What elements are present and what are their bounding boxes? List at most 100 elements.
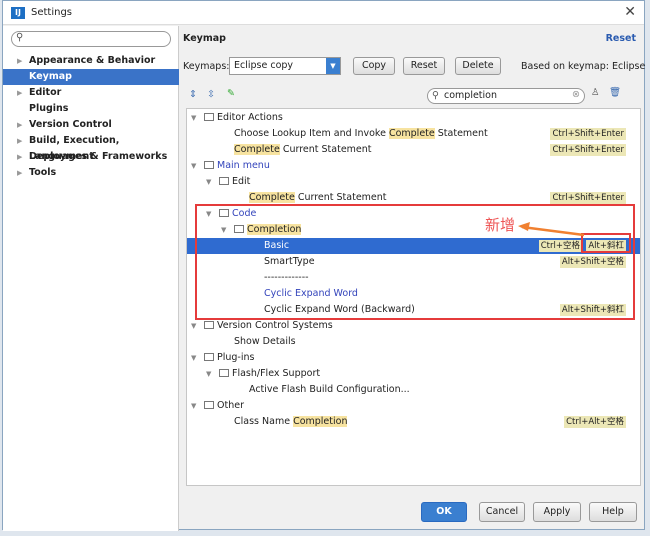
folder-icon (204, 161, 214, 169)
row-label: Version Control Systems (217, 320, 333, 331)
find-by-shortcut-icon[interactable]: ♙ (591, 87, 600, 98)
chevron-down-icon[interactable]: ▼ (326, 58, 340, 74)
annotation-arrow-icon (518, 222, 585, 237)
title-bar: IJ Settings ✕ (3, 1, 644, 25)
trash-icon[interactable]: 🗑 (609, 87, 621, 98)
edit-pencil-icon[interactable]: ✎ (227, 88, 235, 99)
sidebar-item-label: Tools (29, 167, 57, 178)
collapse-all-icon[interactable]: ⇳ (207, 89, 215, 100)
row-label: Complete (234, 144, 280, 155)
keymap-select-value: Eclipse copy (234, 60, 294, 71)
chevron-right-icon[interactable]: ▶ (17, 133, 22, 149)
sidebar-item-label: Appearance & Behavior (29, 55, 156, 66)
chevron-right-icon[interactable]: ▶ (17, 117, 22, 133)
sidebar-item[interactable]: Keymap (3, 69, 179, 85)
chevron-right-icon[interactable]: ▶ (17, 85, 22, 101)
help-button[interactable]: Help (589, 502, 637, 522)
row-label: Flash/Flex Support (232, 368, 321, 379)
folder-icon (204, 113, 214, 121)
sidebar-item[interactable]: ▶ Version Control (3, 117, 179, 133)
tree-row[interactable]: Active Flash Build Configuration... (187, 382, 640, 398)
row-label: Show Details (234, 336, 296, 347)
tree-row[interactable]: ▼ Flash/Flex Support (187, 366, 640, 382)
window-title: Settings (31, 7, 73, 18)
keymap-search-input[interactable]: ⚲ completion ⊗ (427, 88, 585, 104)
page-title: Keymap (183, 33, 226, 44)
chevron-right-icon[interactable]: ▶ (17, 149, 22, 165)
row-label: Current Statement (294, 192, 387, 203)
folder-icon (219, 369, 229, 377)
expand-arrow-icon[interactable]: ▼ (191, 158, 196, 174)
expand-arrow-icon[interactable]: ▼ (191, 110, 196, 126)
row-label: Class Name (234, 416, 294, 427)
shortcut-badge: Ctrl+Alt+空格 (564, 416, 626, 428)
tree-row[interactable]: ▼ Version Control Systems (187, 318, 640, 334)
sidebar-item-label: Version Control (29, 119, 112, 130)
row-label: Main menu (217, 160, 270, 171)
sidebar-item[interactable]: ▶ Editor (3, 85, 179, 101)
tree-row[interactable]: Class Name Completion Ctrl+Alt+空格 (187, 414, 640, 430)
tree-row[interactable]: ▼ Editor Actions (187, 110, 640, 126)
copy-button[interactable]: Copy (353, 57, 395, 75)
annotation-key-box (581, 233, 631, 253)
tree-row[interactable]: Choose Lookup Item and Invoke Complete S… (187, 126, 640, 142)
folder-icon (219, 177, 229, 185)
row-label: Completion (293, 416, 348, 427)
sidebar-item-label: Editor (29, 87, 62, 98)
cancel-button[interactable]: Cancel (479, 502, 525, 522)
sidebar-item-label: Plugins (29, 103, 69, 114)
row-label: Other (217, 400, 244, 411)
search-icon: ⚲ (432, 90, 439, 101)
settings-search-input[interactable]: ⚲ (11, 31, 171, 47)
tree-row[interactable]: Show Details (187, 334, 640, 350)
row-label: Current Statement (279, 144, 372, 155)
tree-row[interactable]: ▼ Edit (187, 174, 640, 190)
sidebar-item[interactable]: ▶ Languages & Frameworks (3, 149, 179, 165)
row-label: Complete (249, 192, 295, 203)
apply-button[interactable]: Apply (533, 502, 581, 522)
sidebar-item[interactable]: ▶ Appearance & Behavior (3, 53, 179, 69)
row-label: Plug-ins (217, 352, 255, 363)
row-label: Choose Lookup Item and Invoke (234, 128, 389, 139)
keymaps-label: Keymaps: (183, 61, 230, 72)
row-label: Active Flash Build Configuration... (249, 384, 410, 395)
expand-arrow-icon[interactable]: ▼ (191, 350, 196, 366)
folder-icon (204, 353, 214, 361)
sidebar-item[interactable]: Plugins (3, 101, 179, 117)
based-on-label: Based on keymap: Eclipse (521, 61, 646, 72)
annotation-text: 新增 (485, 216, 516, 234)
chevron-right-icon[interactable]: ▶ (17, 53, 22, 69)
intellij-logo-icon: IJ (11, 7, 25, 19)
shortcut-badge: Ctrl+Shift+Enter (550, 192, 626, 204)
reset-button[interactable]: Reset (403, 57, 445, 75)
close-icon[interactable]: ✕ (624, 4, 636, 20)
folder-icon (204, 401, 214, 409)
keymap-search-value: completion (444, 90, 498, 101)
expand-arrow-icon[interactable]: ▼ (206, 366, 211, 382)
sidebar-item[interactable]: ▶ Tools (3, 165, 179, 181)
folder-icon (204, 321, 214, 329)
row-label: Complete (388, 128, 435, 139)
expand-arrow-icon[interactable]: ▼ (206, 174, 211, 190)
delete-button[interactable]: Delete (455, 57, 501, 75)
sidebar-item[interactable]: ▶ Build, Execution, Deployment (3, 133, 179, 162)
clear-icon[interactable]: ⊗ (572, 89, 580, 100)
shortcut-badge: Ctrl+Shift+Enter (550, 144, 626, 156)
row-label: Edit (232, 176, 251, 187)
chevron-right-icon[interactable]: ▶ (17, 165, 22, 181)
tree-row[interactable]: ▼ Other (187, 398, 640, 414)
tree-row[interactable]: ▼ Main menu (187, 158, 640, 174)
sidebar: ⚲ ▶ Appearance & Behavior Keymap ▶ Editor Plu… (3, 26, 179, 531)
expand-all-icon[interactable]: ⇕ (189, 89, 197, 100)
tree-row[interactable]: ▼ Plug-ins (187, 350, 640, 366)
tree-row[interactable]: Complete Current Statement Ctrl+Shift+Ent… (187, 142, 640, 158)
expand-arrow-icon[interactable]: ▼ (191, 318, 196, 334)
shortcut-badge: Ctrl+Shift+Enter (550, 128, 626, 140)
search-icon: ⚲ (16, 32, 24, 43)
row-label: Statement (434, 128, 488, 139)
ok-button[interactable]: OK (421, 502, 467, 522)
reset-link[interactable]: Reset (606, 33, 636, 44)
sidebar-item-label: Keymap (29, 71, 72, 82)
keymap-select[interactable]: Eclipse copy ▼ (229, 57, 341, 75)
expand-arrow-icon[interactable]: ▼ (191, 398, 196, 414)
